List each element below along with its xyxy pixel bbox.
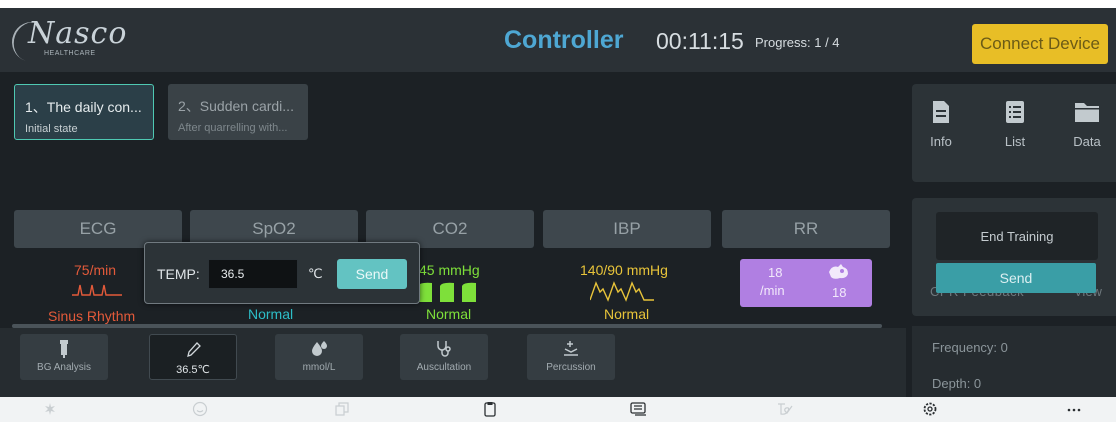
temperature-button[interactable]: 36.5℃ xyxy=(149,334,237,380)
drops-icon xyxy=(312,341,327,356)
ibp-waveform-icon xyxy=(590,281,654,302)
pencil-icon xyxy=(187,342,201,357)
bg-analysis-button[interactable]: BG Analysis xyxy=(20,334,108,380)
bell-icon[interactable] xyxy=(42,401,58,417)
document-icon xyxy=(933,101,949,123)
data-button[interactable]: Data xyxy=(1062,100,1112,149)
training-panel: End Training CPR Feedback View Send xyxy=(912,198,1116,316)
rr-unit: /min xyxy=(760,283,785,298)
blood-tube-icon xyxy=(60,340,68,358)
settings-icon[interactable] xyxy=(922,401,938,417)
ecg-waveform-icon xyxy=(72,284,122,296)
temp-send-button[interactable]: Send xyxy=(337,259,407,289)
system-toolbar xyxy=(0,397,1116,422)
rr-display: 18 /min 18 xyxy=(740,259,872,307)
auscultation-button[interactable]: Auscultation xyxy=(400,334,488,380)
frequency-readout: Frequency: 0 xyxy=(932,340,1008,355)
app-window: Nasco HEALTHCARE Controller 00:11:15 Pro… xyxy=(0,8,1116,422)
temperature-input[interactable] xyxy=(208,259,298,289)
tab-ibp[interactable]: IBP xyxy=(543,210,711,248)
clipboard-icon[interactable] xyxy=(482,401,498,417)
side-nav-panel: Info List Data xyxy=(912,84,1116,182)
temperature-popup: TEMP: ℃ Send xyxy=(144,242,420,304)
rr-count: 18 xyxy=(832,285,847,300)
scenario-title: 1、The daily con... xyxy=(25,99,142,115)
temp-label: TEMP: xyxy=(157,266,200,282)
ibp-status: Normal xyxy=(604,306,650,322)
lungs-icon xyxy=(829,264,848,279)
nasco-logo: Nasco HEALTHCARE xyxy=(6,16,127,68)
ibp-value: 140/90 mmHg xyxy=(580,262,668,278)
co2-waveform-icon xyxy=(418,282,476,302)
percussion-icon xyxy=(564,341,578,356)
co2-status: Normal xyxy=(426,306,472,322)
scenario-subtitle: Initial state xyxy=(25,123,78,135)
temp-unit: ℃ xyxy=(308,266,323,281)
list-icon xyxy=(1006,101,1024,123)
stethoscope-icon xyxy=(437,341,451,357)
session-timer: 00:11:15 xyxy=(656,28,744,54)
cpr-stats-panel: Frequency: 0 Depth: 0 xyxy=(912,326,1116,404)
connect-device-button[interactable]: Connect Device xyxy=(972,24,1108,64)
copy-icon[interactable] xyxy=(334,401,350,417)
folder-icon xyxy=(1075,103,1099,122)
ecg-rhythm: Sinus Rhythm xyxy=(48,308,136,324)
info-button[interactable]: Info xyxy=(916,100,966,149)
depth-readout: Depth: 0 xyxy=(932,376,982,391)
scenario-list: 1、The daily con... Initial state 2、Sudde… xyxy=(0,76,906,192)
keyboard-icon[interactable] xyxy=(630,401,648,417)
rr-value: 18 xyxy=(768,265,783,280)
scenario-title: 2、Sudden cardi... xyxy=(178,98,294,114)
more-icon[interactable] xyxy=(1066,401,1082,417)
spo2-status: Normal xyxy=(248,306,294,322)
scenario-card-2[interactable]: 2、Sudden cardi... After quarrelling with… xyxy=(168,84,308,140)
page-title: Controller xyxy=(504,26,624,54)
co2-value: 45 mmHg xyxy=(419,262,480,278)
signature-icon[interactable] xyxy=(776,401,794,417)
ecg-value: 75/min xyxy=(74,262,117,278)
tab-rr[interactable]: RR xyxy=(722,210,890,248)
progress-indicator: Progress: 1 / 4 xyxy=(755,35,840,50)
percussion-button[interactable]: Percussion xyxy=(527,334,615,380)
scenario-card-1[interactable]: 1、The daily con... Initial state xyxy=(14,84,154,140)
list-button[interactable]: List xyxy=(990,100,1040,149)
send-button[interactable]: Send xyxy=(936,263,1096,293)
glucose-button[interactable]: mmol/L xyxy=(275,334,363,380)
scenario-subtitle: After quarrelling with... xyxy=(178,122,288,134)
end-training-button[interactable]: End Training xyxy=(936,212,1098,260)
smile-icon[interactable] xyxy=(192,401,208,417)
header-bar: Nasco HEALTHCARE Controller 00:11:15 Pro… xyxy=(0,8,1116,72)
